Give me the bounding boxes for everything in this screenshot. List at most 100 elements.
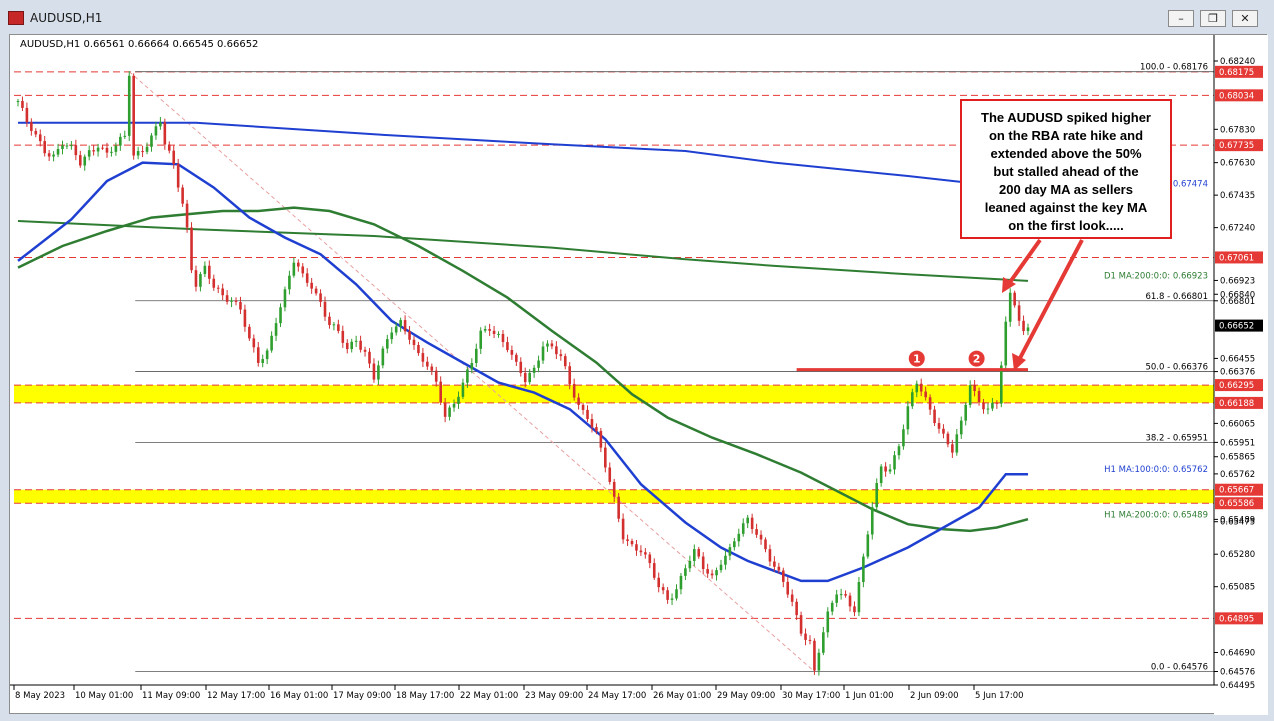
candle-body bbox=[884, 466, 887, 472]
price-tick-label: 0.65280 bbox=[1220, 550, 1255, 560]
candle-body bbox=[61, 145, 64, 150]
fib-label: 38.2 - 0.65951 bbox=[1145, 433, 1208, 443]
candle-body bbox=[875, 483, 879, 508]
candle-body bbox=[559, 354, 563, 357]
candle-body bbox=[773, 561, 776, 567]
candle-body bbox=[65, 145, 69, 147]
candle-body bbox=[750, 517, 754, 530]
candle-body bbox=[56, 149, 60, 155]
candle-body bbox=[684, 568, 687, 576]
window-title: AUDUSD,H1 bbox=[30, 11, 103, 25]
candle-body bbox=[408, 331, 411, 340]
price-tick-label: 0.66923 bbox=[1220, 276, 1255, 286]
candle-body bbox=[546, 343, 549, 347]
ma-label: H1 MA:100:0:0: 0.65762 bbox=[1104, 465, 1208, 475]
time-tick-label: 8 May 2023 bbox=[15, 691, 65, 701]
candle-body bbox=[332, 324, 336, 326]
candle-body bbox=[786, 581, 790, 595]
candle-body bbox=[154, 126, 158, 136]
candle-body bbox=[657, 577, 661, 588]
candle-body bbox=[150, 135, 153, 147]
candle-body bbox=[839, 594, 843, 596]
marker-label: 2 bbox=[973, 353, 981, 366]
candle-body bbox=[248, 326, 251, 339]
restore-button[interactable]: ❐ bbox=[1200, 10, 1226, 27]
candle-body bbox=[995, 402, 999, 404]
time-tick-label: 23 May 09:00 bbox=[525, 691, 583, 701]
candle-body bbox=[394, 326, 398, 333]
price-tag-label: 0.64895 bbox=[1219, 614, 1254, 624]
close-button[interactable]: ✕ bbox=[1232, 10, 1258, 27]
candle-body bbox=[870, 507, 874, 535]
minimize-button[interactable]: – bbox=[1168, 10, 1194, 27]
candle-body bbox=[417, 345, 420, 354]
candle-body bbox=[911, 392, 914, 407]
candle-body bbox=[644, 552, 647, 555]
time-tick-label: 22 May 01:00 bbox=[460, 691, 518, 701]
candle-body bbox=[879, 466, 883, 484]
price-tag-label: 0.67735 bbox=[1219, 141, 1254, 151]
candle-body bbox=[448, 407, 451, 417]
candle-body bbox=[902, 429, 905, 447]
candle-body bbox=[844, 594, 847, 596]
window-titlebar: AUDUSD,H1 – ❐ ✕ bbox=[0, 0, 1274, 34]
price-tag-label: 0.65667 bbox=[1219, 486, 1254, 496]
candle-body bbox=[328, 316, 331, 326]
price-tick-label: 0.67630 bbox=[1220, 159, 1255, 169]
candle-body bbox=[853, 606, 856, 613]
candle-body bbox=[292, 262, 296, 276]
candle-body bbox=[323, 301, 327, 317]
annotation-arrow bbox=[1006, 238, 1042, 287]
candle-body bbox=[519, 361, 523, 373]
fib-label: 61.8 - 0.66801 bbox=[1145, 292, 1208, 302]
restore-icon: ❐ bbox=[1208, 12, 1218, 25]
candle-body bbox=[16, 100, 20, 102]
candle-body bbox=[719, 564, 723, 571]
candle-body bbox=[928, 397, 932, 410]
time-tick-label: 24 May 17:00 bbox=[588, 691, 646, 701]
candle-body bbox=[991, 402, 994, 409]
candle-body bbox=[982, 402, 985, 410]
candle-body bbox=[550, 343, 554, 347]
candle-body bbox=[764, 539, 767, 550]
candle-body bbox=[675, 589, 678, 599]
candle-body bbox=[626, 539, 629, 541]
candle-body bbox=[145, 146, 149, 152]
candle-body bbox=[439, 381, 442, 403]
candle-body bbox=[1022, 320, 1025, 332]
candle-body bbox=[159, 122, 162, 127]
d1-ma-200-line bbox=[17, 220, 1029, 282]
candle-body bbox=[470, 363, 474, 370]
candle-body bbox=[167, 144, 171, 151]
candle-body bbox=[426, 361, 429, 367]
candle-body bbox=[537, 360, 540, 368]
candle-body bbox=[506, 342, 509, 351]
candle-body bbox=[38, 134, 42, 142]
price-tag-label: 0.65586 bbox=[1219, 499, 1254, 509]
candle-body bbox=[319, 293, 322, 302]
fib-label: 100.0 - 0.68176 bbox=[1140, 63, 1208, 73]
candle-body bbox=[746, 517, 749, 524]
time-tick-label: 30 May 17:00 bbox=[782, 691, 840, 701]
candle-body bbox=[176, 163, 180, 188]
price-tick-label: 0.67240 bbox=[1220, 224, 1255, 234]
price-tick-label: 0.64576 bbox=[1220, 668, 1255, 678]
candle-body bbox=[256, 347, 260, 363]
candle-body bbox=[946, 433, 950, 445]
candle-body bbox=[265, 350, 269, 360]
candle-body bbox=[755, 529, 758, 535]
candle-body bbox=[724, 555, 727, 565]
candle-body bbox=[612, 481, 616, 497]
candle-body bbox=[608, 467, 612, 482]
price-tick-label: 0.66376 bbox=[1220, 368, 1255, 378]
candle-body bbox=[434, 370, 438, 382]
candle-body bbox=[737, 533, 741, 542]
price-tick-label: 0.65085 bbox=[1220, 583, 1255, 593]
price-tick-label: 0.65762 bbox=[1220, 470, 1255, 480]
candle-body bbox=[813, 640, 816, 671]
candle-body bbox=[977, 391, 981, 403]
price-tag-label: 0.66188 bbox=[1219, 399, 1254, 409]
candle-body bbox=[288, 275, 291, 290]
price-tag-label: 0.66652 bbox=[1219, 322, 1254, 332]
chart-area[interactable]: 100.0 - 0.68176 61.8 - 0.66801 50.0 - 0.66… bbox=[9, 34, 1268, 715]
